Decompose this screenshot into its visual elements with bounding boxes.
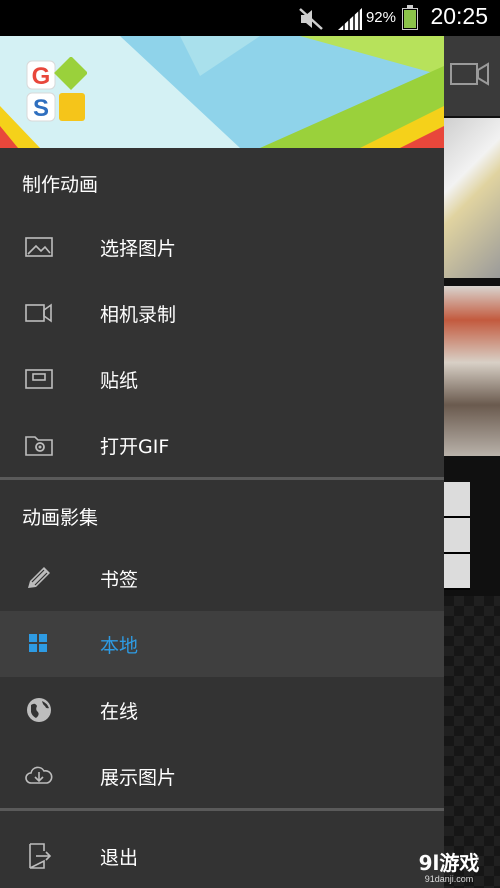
drawer-header: G S [0,36,444,148]
navigation-drawer: G S 制作动画 选择图片 相机录制 贴纸 打开GIF 动画影集 书签 本地 在… [0,36,444,888]
menu-item-label: 退出 [100,847,139,869]
folder-gear-icon [25,436,53,456]
menu-item-open-gif[interactable]: 打开GIF [0,412,444,478]
menu-item-exit[interactable]: 退出 [0,823,444,888]
app-logo: G S [26,57,87,122]
menu-item-sticker[interactable]: 贴纸 [0,346,444,412]
grid-icon [29,634,47,652]
menu-item-showcase[interactable]: 展示图片 [0,743,444,809]
exit-icon [29,843,52,869]
section-title-albums: 动画影集 [22,507,99,529]
cloud-download-icon [25,766,53,784]
pencil-icon [28,567,50,588]
menu-item-label: 贴纸 [100,370,139,392]
mute-icon [299,8,323,30]
section-title-create: 制作动画 [22,174,99,196]
menu-item-label: 选择图片 [100,238,177,260]
battery-icon [402,5,418,30]
background-app [444,36,500,888]
transparent-background [444,596,500,888]
menu-item-label: 打开GIF [100,436,170,458]
menu-item-select-image[interactable]: 选择图片 [0,214,444,280]
menu-item-label: 展示图片 [100,767,177,789]
video-camera-icon [25,303,52,323]
menu-item-label: 书签 [100,569,139,591]
section-divider [0,477,444,480]
thumbnail-image[interactable] [444,118,500,278]
watermark: 9l游戏 91danji.com [406,852,492,884]
menu-item-label: 相机录制 [100,304,177,326]
menu-item-camera-record[interactable]: 相机录制 [0,280,444,346]
menu-item-local[interactable]: 本地 [0,611,444,677]
video-camera-icon[interactable] [450,62,490,86]
globe-icon [27,698,51,722]
sticker-icon [25,369,53,389]
menu-item-label: 在线 [100,701,139,723]
watermark-main: 9l游戏 [418,851,480,875]
watermark-sub: 91danji.com [424,874,474,884]
menu-item-bookmarks[interactable]: 书签 [0,545,444,611]
clock: 20:25 [430,3,488,29]
svg-text:G: G [32,63,51,90]
section-divider [0,808,444,811]
menu-item-label: 本地 [100,635,139,657]
svg-text:S: S [33,95,49,122]
image-icon [25,237,53,257]
signal-icon [338,8,362,30]
thumbnail-image[interactable] [444,286,500,456]
status-bar: 92% 20:25 [0,0,500,36]
menu-item-online[interactable]: 在线 [0,677,444,743]
battery-percent: 92% [365,9,396,26]
battery-fill [404,9,416,28]
background-toolbar [444,36,500,116]
list-placeholder [444,482,470,590]
